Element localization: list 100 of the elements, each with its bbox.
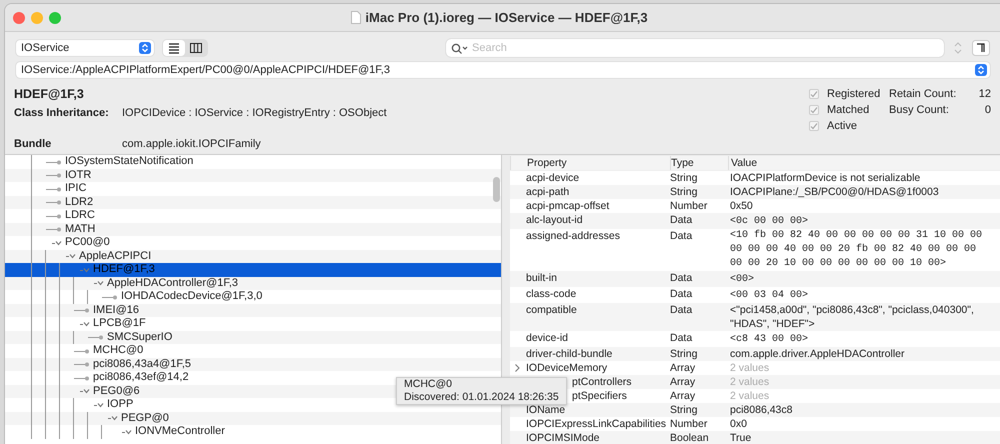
property-type: Array [670,361,696,375]
count-label: Retain Count: [889,87,956,102]
search-icon [451,43,469,54]
flag-label: Matched [827,102,870,118]
tree-item[interactable]: IOSystemStateNotification [65,155,194,168]
tree-item[interactable]: IOPP [107,398,134,412]
property-name: ptControllers [572,375,632,389]
property-name: device-id [526,331,568,345]
property-type: Data [670,303,692,317]
tree-item[interactable]: IOHDACodecDevice@1F,3,0 [121,290,262,304]
inheritance-label: Class Inheritance: [14,106,110,120]
inheritance-value: IOPCIDevice : IOService : IORegistryEntry : OSObject [122,106,387,120]
column-header[interactable]: Property [527,156,567,170]
tree-item[interactable]: IOTR [65,168,92,182]
tree-item[interactable]: PC00@0 [65,236,110,250]
count-label: Busy Count: [889,103,949,118]
property-value: <"pci1458,a00d", "pci8086,43c8", "pciclass,040300", "HDAS", "HDEF"> [730,303,975,331]
plane-popup[interactable]: IOService [16,40,154,56]
tree-item[interactable]: PEGP@0 [121,412,169,425]
tree-item[interactable]: LPCB@1F [93,317,146,330]
property-value: <10 fb 00 82 40 00 00 00 00 00 31 10 00 00 00 00 00 40 00 00 20 fb 00 82 40 00 00 00 00 00 20 10 00 00 00 00 00 00 10 00> [730,229,984,271]
property-type: Data [670,331,692,345]
tree-item[interactable]: IPIC [65,182,86,196]
column-header[interactable]: Type [671,156,694,170]
checkbox[interactable] [809,121,819,131]
property-name: alc-layout-id [526,213,583,227]
tooltip-detail: Discovered: 01.01.2024 18:26:35 [404,391,559,404]
property-type: String [670,171,698,185]
property-value: <0c 00 00 00> [730,215,808,229]
property-value: 2 values [730,375,770,389]
checkbox[interactable] [809,105,819,115]
property-value: 0x50 [730,199,753,213]
property-type: Number [670,199,708,213]
plane-value: IOService [21,40,70,56]
flag-label: Active [827,118,857,134]
column-header[interactable]: Value [731,156,758,170]
checkbox[interactable] [809,89,819,99]
bundle-value: com.apple.iokit.IOPCIFamily [122,137,261,151]
tree-item[interactable]: MCHC@0 [93,344,144,358]
popup-arrows-icon [139,42,151,54]
property-value: com.apple.driver.AppleHDAController [730,347,904,361]
property-name: assigned-addresses [526,229,620,243]
property-type: Array [670,389,696,403]
property-name: acpi-device [526,171,580,185]
property-type: Data [670,229,692,243]
count-value: 0 [984,103,991,118]
property-type: Data [670,287,692,301]
close-button[interactable] [13,12,25,24]
columns-icon [190,42,202,54]
disclosure-chevron-icon[interactable] [515,364,520,372]
property-name: acpi-pmcap-offset [526,199,610,213]
tree-item[interactable]: SMCSuperIO [107,330,172,344]
property-type: Number [670,417,708,431]
tree-item[interactable]: pci8086,43ef@14,2 [93,371,189,384]
property-name: class-code [526,287,576,301]
property-type: Array [670,375,696,389]
property-value: 0x0 [730,417,747,431]
property-value: <00 03 04 00> [730,289,808,303]
tree-item[interactable]: IONVMeController [135,425,225,438]
property-value: IOACPIPlane:/_SB/PC00@0/HDAS@1f0003 [730,185,939,199]
tree-item[interactable]: PEG0@6 [93,384,140,398]
property-name: ptSpecifiers [572,389,627,403]
property-value: True [730,431,752,444]
property-name: driver-child-bundle [526,347,612,361]
property-name: acpi-path [526,185,570,199]
property-name: IOPCIMSIMode [526,431,600,444]
property-value: <00> [730,273,754,287]
node-name: HDEF@1F,3 [14,86,85,102]
tree-item[interactable]: pci8086,43a4@1F,5 [93,358,192,371]
property-type: Data [670,213,692,227]
tree-item[interactable]: LDR2 [65,196,94,209]
property-name: built-in [526,271,557,285]
window-title: iMac Pro (1).ioreg — IOService — HDEF@1F,3 [365,8,648,27]
inspector-toggle-icon[interactable] [972,40,990,56]
property-type: String [670,347,698,361]
flag-label: Registered [827,86,880,102]
tree-item[interactable]: AppleACPIPCI [79,250,152,263]
document-icon [351,11,362,24]
bundle-label: Bundle [14,137,52,151]
list-view-button[interactable] [163,40,185,56]
path-popup[interactable]: IOService:/AppleACPIPlatformExpert/PC00@0/AppleACPIPCI/HDEF@1F,3 [16,62,990,78]
search-field[interactable]: Search [446,39,944,57]
list-icon [168,42,180,54]
property-value: IOACPIPlatformDevice is not serializable [730,171,920,185]
property-type: String [670,403,698,417]
count-value: 12 [978,87,991,102]
property-value: 2 values [730,389,770,403]
popup-arrows-icon [975,64,987,76]
path-value: IOService:/AppleACPIPlatformExpert/PC00@0/AppleACPIPCI/HDEF@1F,3 [21,62,391,78]
property-name: IOPCIExpressLinkCapabilities [526,417,666,431]
property-type: Data [670,271,692,285]
tree-item[interactable]: IMEI@16 [93,304,140,317]
tree-item[interactable]: LDRC [65,209,95,222]
property-name: compatible [526,303,577,317]
property-value: pci8086,43c8 [730,403,792,417]
tree-item[interactable]: HDEF@1F,3 [93,263,155,276]
tree-item[interactable]: MATH [65,222,96,236]
scroll-thumb[interactable] [493,177,500,202]
property-value: 2 values [730,361,770,375]
property-type: Boolean [670,431,709,444]
